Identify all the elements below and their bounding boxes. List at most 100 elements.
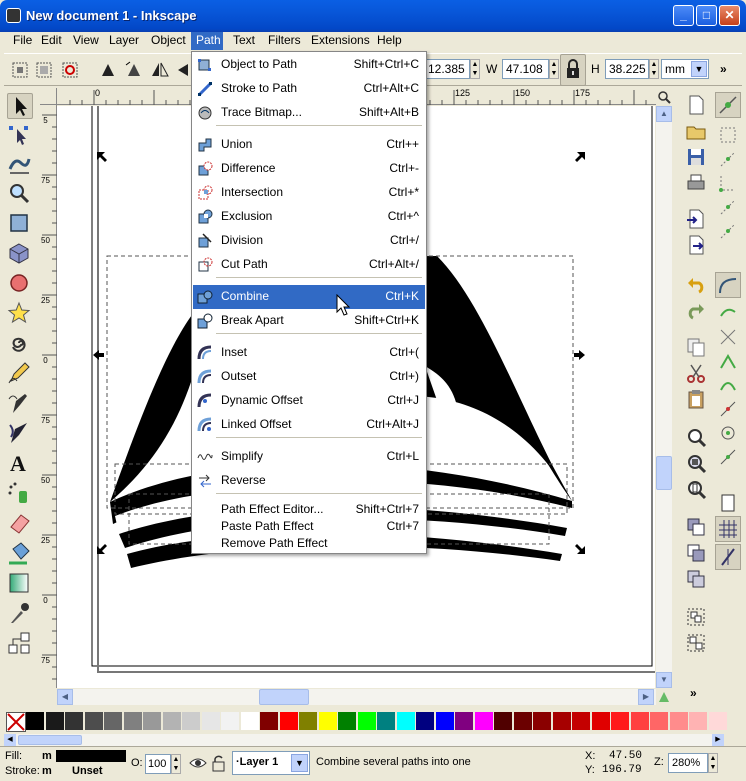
palette-swatch[interactable] [45, 712, 64, 730]
palette-swatch[interactable] [279, 712, 298, 730]
node-tool[interactable] [7, 123, 33, 149]
snap-bbox-icon[interactable] [717, 124, 739, 146]
zoom-tool[interactable] [7, 181, 33, 207]
deselect-icon[interactable] [60, 60, 80, 80]
palette-swatch[interactable] [221, 712, 239, 730]
enable-snapping-icon[interactable] [715, 92, 741, 118]
spray-tool[interactable] [7, 481, 33, 507]
palette-swatch[interactable] [416, 712, 434, 730]
eraser-tool[interactable] [7, 511, 33, 537]
palette-swatch[interactable] [377, 712, 395, 730]
more-controls-button[interactable]: » [720, 62, 727, 76]
ungroup-icon[interactable] [685, 632, 707, 654]
snap-rotation-center-icon[interactable] [717, 446, 739, 468]
path-menu-item-outset[interactable]: Outset Ctrl+) [193, 365, 425, 389]
text-tool[interactable]: A [7, 451, 33, 477]
path-menu-item-object-to-path[interactable]: Object to Path Shift+Ctrl+C [193, 53, 425, 77]
horizontal-scrollbar[interactable]: ◀ ▶ [57, 689, 656, 705]
width-field[interactable]: 47.108 [502, 59, 549, 79]
clone-icon[interactable] [685, 542, 707, 564]
scroll-up-arrow-icon[interactable]: ▲ [656, 106, 672, 122]
path-menu-item-intersection[interactable]: Intersection Ctrl+* [193, 181, 425, 205]
path-menu-item-dynamic-offset[interactable]: Dynamic Offset Ctrl+J [193, 389, 425, 413]
snap-bbox-midpoint-icon[interactable] [717, 196, 739, 218]
snap-midpoint-icon[interactable] [717, 398, 739, 420]
palette-swatch[interactable] [435, 712, 454, 730]
color-manage-icon[interactable] [656, 689, 672, 705]
snap-guides-icon[interactable] [715, 544, 741, 570]
path-menu-item-stroke-to-path[interactable]: Stroke to Path Ctrl+Alt+C [193, 77, 425, 101]
palette-swatch[interactable] [357, 712, 376, 730]
group-icon[interactable] [685, 606, 707, 628]
palette-scroll-thumb[interactable] [18, 735, 82, 745]
flip-horizontal-icon[interactable] [150, 60, 170, 80]
palette-swatch[interactable] [669, 712, 688, 730]
ellipse-tool[interactable] [7, 271, 33, 297]
palette-swatch[interactable] [455, 712, 473, 730]
path-menu-item-difference[interactable]: Difference Ctrl+- [193, 157, 425, 181]
eye-visibility-icon[interactable] [188, 753, 208, 773]
menu-text[interactable]: Text [228, 32, 260, 50]
redo-icon[interactable] [685, 298, 707, 320]
print-icon[interactable] [685, 172, 707, 194]
layer-select[interactable]: ·Layer 1 ▼ [232, 751, 310, 775]
import-icon[interactable] [685, 208, 707, 230]
duplicate-icon[interactable] [685, 516, 707, 538]
palette-swatch[interactable] [162, 712, 181, 730]
h-spin-buttons[interactable]: ▲ ▼ [649, 59, 659, 79]
palette-swatch[interactable] [123, 712, 142, 730]
palette-swatch[interactable] [708, 712, 727, 730]
zoom-corner-icon[interactable] [656, 88, 672, 105]
vertical-scroll-thumb[interactable] [656, 456, 672, 490]
save-icon[interactable] [685, 146, 707, 168]
connector-tool[interactable] [7, 631, 33, 657]
palette-swatch[interactable] [650, 712, 668, 730]
snap-bbox-edge-icon[interactable] [717, 148, 739, 170]
palette-swatch[interactable] [689, 712, 707, 730]
x-spin-buttons[interactable]: ▲ ▼ [470, 59, 480, 79]
scroll-down-arrow-icon[interactable]: ▼ [656, 672, 672, 688]
star-tool[interactable] [7, 301, 33, 327]
vertical-scrollbar[interactable]: ▲ ▼ [656, 106, 672, 688]
paint-bucket-tool[interactable] [7, 541, 33, 567]
palette-swatch[interactable] [630, 712, 649, 730]
palette-swatch[interactable] [338, 712, 356, 730]
tweak-tool[interactable] [7, 151, 33, 177]
snap-nodes-icon[interactable] [715, 272, 741, 298]
snap-intersections-icon[interactable] [717, 326, 739, 348]
scroll-right-arrow-icon[interactable]: ▶ [638, 689, 654, 705]
zoom-field[interactable]: 280% [668, 753, 708, 773]
palette-swatch[interactable] [104, 712, 122, 730]
selector-tool[interactable] [7, 93, 33, 119]
palette-swatch[interactable] [240, 712, 259, 730]
path-menu-item-cut-path[interactable]: Cut Path Ctrl+Alt+/ [193, 253, 425, 277]
menu-help[interactable]: Help [372, 32, 407, 50]
zoom-drawing-icon[interactable] [685, 452, 707, 474]
palette-swatch[interactable] [65, 712, 83, 730]
snap-bbox-center-icon[interactable] [717, 220, 739, 242]
menu-layer[interactable]: Layer [104, 32, 144, 50]
calligraphy-tool[interactable] [7, 421, 33, 447]
palette-swatch[interactable] [396, 712, 415, 730]
select-all-layers-icon[interactable] [34, 60, 54, 80]
flip-vertical-icon[interactable] [176, 60, 190, 80]
spiral-tool[interactable] [7, 331, 33, 357]
close-button[interactable]: ✕ [719, 5, 740, 26]
select-all-icon[interactable] [10, 60, 30, 80]
path-menu-item-division[interactable]: Division Ctrl+/ [193, 229, 425, 253]
path-menu-item-path-effect-editor[interactable]: Path Effect Editor... Shift+Ctrl+7 [193, 501, 425, 518]
pencil-tool[interactable] [7, 361, 33, 387]
palette-swatch[interactable] [299, 712, 317, 730]
snap-cusp-icon[interactable] [717, 350, 739, 372]
palette-scroll-right-icon[interactable]: ▶ [712, 734, 724, 746]
palette-swatch[interactable] [260, 712, 278, 730]
menu-view[interactable]: View [68, 32, 104, 50]
path-menu-item-union[interactable]: Union Ctrl++ [193, 133, 425, 157]
height-field[interactable]: 38.225 [605, 59, 649, 79]
palette-swatch[interactable] [26, 712, 44, 730]
rotate-cw-icon[interactable] [124, 60, 144, 80]
snap-page-border-icon[interactable] [717, 492, 739, 514]
palette-swatch[interactable] [143, 712, 161, 730]
palette-swatch[interactable] [201, 712, 220, 730]
palette-swatch[interactable] [182, 712, 200, 730]
